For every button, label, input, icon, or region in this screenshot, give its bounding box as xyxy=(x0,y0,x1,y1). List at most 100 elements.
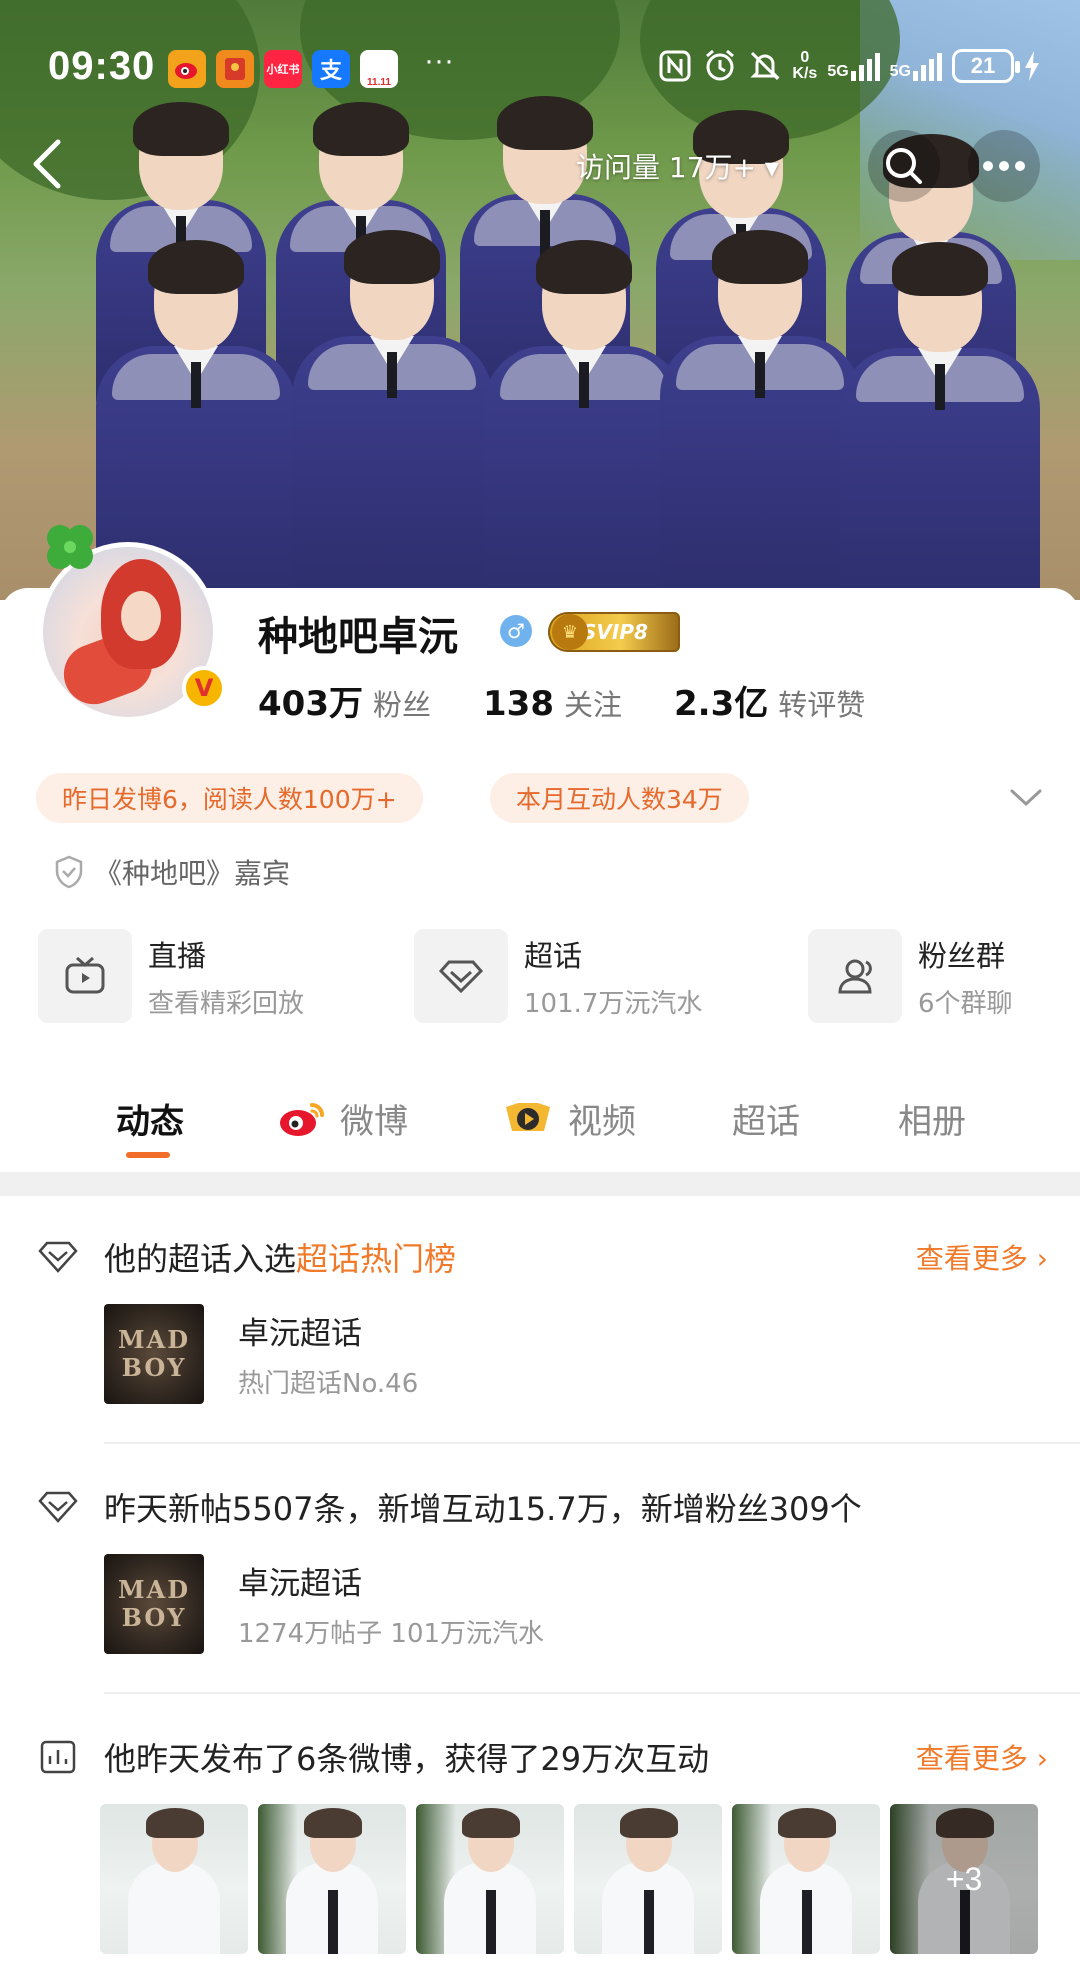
search-button[interactable] xyxy=(868,130,940,202)
activity-pill[interactable]: 昨日发博6，阅读人数100万+ xyxy=(36,773,423,823)
photo-thumbnail[interactable] xyxy=(574,1804,722,1954)
svip-badge[interactable]: ♛ SVIP8 xyxy=(548,612,680,652)
top-nav: 访问量 17万+ ▾ xyxy=(0,130,1080,210)
section-gap xyxy=(0,1172,1080,1196)
diamond-icon xyxy=(38,1491,78,1523)
signal-5g-2: 5G xyxy=(890,51,942,81)
feed-posts-header: 他昨天发布了6条微博，获得了29万次互动 查看更多 › xyxy=(38,1734,1048,1780)
supertopic-thumbnail: MAD BOY xyxy=(104,1554,204,1654)
cover-person xyxy=(292,226,492,600)
photo-strip: +3 xyxy=(100,1804,1040,1954)
tab-active-indicator xyxy=(126,1152,170,1158)
tab-supertopic[interactable]: 超话 xyxy=(732,1094,800,1143)
status-more-icon: ··· xyxy=(424,44,454,77)
see-more-link[interactable]: 查看更多 › xyxy=(916,1237,1048,1277)
search-icon xyxy=(886,148,922,184)
clover-decoration-icon xyxy=(47,525,93,569)
photo-thumbnail[interactable] xyxy=(416,1804,564,1954)
taobao-1111-icon: 11.11 xyxy=(360,50,398,88)
expand-button[interactable] xyxy=(1008,778,1048,818)
svip-label: SVIP8 xyxy=(582,620,648,644)
cover-photo[interactable] xyxy=(0,0,1080,600)
nfc-icon xyxy=(659,50,691,82)
signal-5g-1: 5G xyxy=(827,51,880,81)
tab-weibo-label: 微博 xyxy=(340,1102,408,1142)
stat-following[interactable]: 138 关注 xyxy=(483,682,622,724)
verified-badge-icon: V xyxy=(182,666,226,710)
more-dots-icon xyxy=(983,161,1025,171)
feed-text: 他的超话入选 xyxy=(104,1240,297,1278)
visits-dropdown[interactable]: 访问量 17万+ ▾ xyxy=(576,146,779,186)
stat-fans[interactable]: 403万 粉丝 xyxy=(258,676,431,725)
male-icon: ♂ xyxy=(500,615,532,647)
profile-tabs: 动态 微博 视频 超话 相册 xyxy=(0,1082,1080,1172)
supertopic-name: 卓沅超话 xyxy=(238,1566,362,1602)
hot-rank-link[interactable]: 超话热门榜 xyxy=(296,1234,456,1280)
cover-person xyxy=(660,226,860,600)
shortcut-subtitle: 101.7万沅汽水 xyxy=(524,988,703,1019)
shield-check-icon xyxy=(55,855,83,889)
diamond-icon xyxy=(38,1241,78,1273)
supertopic-card[interactable]: MAD BOY 卓沅超话 1274万帖子 101万沅汽水 xyxy=(104,1554,544,1654)
shortcut-title: 直播 xyxy=(148,938,207,973)
weibo-icon xyxy=(168,50,206,88)
weibo-logo-icon xyxy=(280,1102,324,1136)
battery-icon: 21 xyxy=(952,49,1020,83)
feed-hot-rank-header: 他的超话入选 超话热门榜 查看更多 › xyxy=(38,1234,1048,1280)
xiaohongshu-icon: 小红书 xyxy=(264,50,302,88)
feed-text: 昨天新帖5507条，新增互动15.7万，新增粉丝309个 xyxy=(104,1490,862,1528)
back-button[interactable] xyxy=(28,134,98,204)
photo-thumbnail[interactable] xyxy=(732,1804,880,1954)
shortcut-supertopic[interactable]: 超话 101.7万沅汽水 xyxy=(414,928,702,1024)
shortcut-title: 超话 xyxy=(524,938,583,973)
supertopic-rank: 热门超话No.46 xyxy=(238,1369,419,1399)
alarm-icon xyxy=(706,49,735,81)
video-badge-icon xyxy=(506,1102,550,1131)
diamond-icon xyxy=(414,929,508,1023)
cover-person xyxy=(840,238,1040,600)
bar-chart-icon xyxy=(40,1740,76,1774)
profile-stats: 403万 粉丝 138 关注 2.3亿 转评赞 xyxy=(258,676,917,725)
net-speed: 0 K/s xyxy=(792,49,818,82)
supertopic-name: 卓沅超话 xyxy=(238,1316,362,1352)
tab-weibo[interactable]: 微博 xyxy=(278,1094,408,1143)
shortcut-subtitle: 6个群聊 xyxy=(918,988,1013,1019)
charging-icon xyxy=(1025,51,1039,81)
photo-thumbnail[interactable] xyxy=(258,1804,406,1954)
chevron-down-icon xyxy=(1010,789,1042,807)
tab-dynamics[interactable]: 动态 xyxy=(116,1094,184,1143)
red-packet-icon xyxy=(216,50,254,88)
status-time: 09:30 xyxy=(48,44,156,88)
stat-likes[interactable]: 2.3亿 转评赞 xyxy=(674,676,865,725)
shortcut-live[interactable]: 直播 查看精彩回放 xyxy=(38,928,304,1024)
tab-album[interactable]: 相册 xyxy=(898,1094,966,1143)
guest-info: 《种地吧》嘉宾 xyxy=(54,852,290,892)
status-bar: 09:30 小红书 支 11.11 ··· 0 K/s 5G 5G 21 xyxy=(0,44,1080,90)
tv-icon xyxy=(38,929,132,1023)
see-more-link[interactable]: 查看更多 › xyxy=(916,1737,1048,1777)
shortcut-fan-group[interactable]: 粉丝群 6个群聊 xyxy=(808,928,1013,1024)
photo-thumbnail[interactable]: +3 xyxy=(890,1804,1038,1954)
interaction-pill[interactable]: 本月互动人数34万 xyxy=(490,773,749,823)
profile-name: 种地吧卓沅 xyxy=(258,614,458,660)
cover-person xyxy=(484,236,684,600)
tab-video[interactable]: 视频 xyxy=(502,1094,636,1143)
alipay-icon: 支 xyxy=(312,50,350,88)
divider xyxy=(104,1692,1080,1694)
mute-bell-icon xyxy=(750,51,781,81)
supertopic-thumbnail: MAD BOY xyxy=(104,1304,204,1404)
feed-stats-header: 昨天新帖5507条，新增互动15.7万，新增粉丝309个 xyxy=(38,1484,1048,1530)
shortcut-title: 粉丝群 xyxy=(918,938,1006,973)
supertopic-card[interactable]: MAD BOY 卓沅超话热门超话No.46 xyxy=(104,1304,418,1404)
chevron-left-icon xyxy=(33,139,61,189)
tab-video-label: 视频 xyxy=(568,1102,636,1142)
group-icon xyxy=(808,929,902,1023)
feed-text: 他昨天发布了6条微博，获得了29万次互动 xyxy=(104,1740,710,1778)
supertopic-stats: 1274万帖子 101万沅汽水 xyxy=(238,1619,545,1649)
shortcut-subtitle: 查看精彩回放 xyxy=(148,988,305,1019)
crown-icon: ♛ xyxy=(552,614,588,650)
divider xyxy=(104,1442,1080,1444)
more-button[interactable] xyxy=(968,130,1040,202)
more-photos-count: +3 xyxy=(890,1804,1038,1954)
photo-thumbnail[interactable] xyxy=(100,1804,248,1954)
